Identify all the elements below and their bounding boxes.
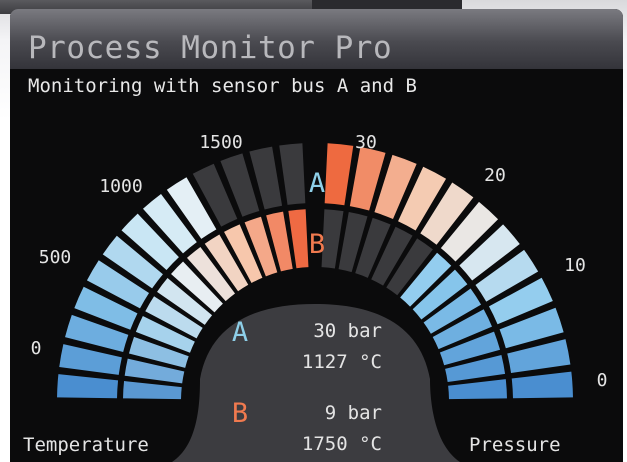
pressure-tick-30: 30: [355, 132, 377, 153]
temperature-tick-500: 500: [39, 247, 72, 268]
ring-label-b: B: [309, 229, 325, 260]
readout-label-a: A: [232, 317, 248, 348]
pressure-label: Pressure: [469, 434, 561, 456]
pressure-ring-a-segment: [324, 143, 354, 206]
pressure-tick-10: 10: [564, 255, 586, 276]
ring-label-a: A: [309, 168, 325, 199]
temperature-ring-a-segment: [57, 374, 119, 399]
readout-a-temperature: 1127 °C: [302, 351, 382, 373]
gauge-panel: 1500 1000 500 0 30 20 10 0 A B A 30 bar …: [23, 132, 608, 462]
temperature-ring-b-segment: [123, 381, 182, 400]
pressure-ring-b-segment: [448, 379, 507, 400]
temperature-label: Temperature: [23, 434, 149, 456]
temperature-ring-b-segment: [288, 209, 309, 269]
temperature-ring-a-segment: [279, 143, 306, 205]
pressure-tick-20: 20: [484, 165, 506, 186]
readout-b-pressure: 9 bar: [325, 402, 382, 424]
temperature-tick-1000: 1000: [99, 176, 142, 197]
temperature-tick-0: 0: [31, 338, 42, 359]
pressure-ring-a-segment: [511, 371, 573, 399]
readout-label-b: B: [232, 398, 248, 429]
process-monitor-window: Process Monitor Pro Monitoring with sens…: [10, 9, 623, 462]
pressure-tick-0: 0: [597, 370, 608, 391]
temperature-tick-1500: 1500: [199, 132, 242, 153]
readout-a-pressure: 30 bar: [313, 320, 382, 342]
readout-b-temperature: 1750 °C: [302, 433, 382, 455]
